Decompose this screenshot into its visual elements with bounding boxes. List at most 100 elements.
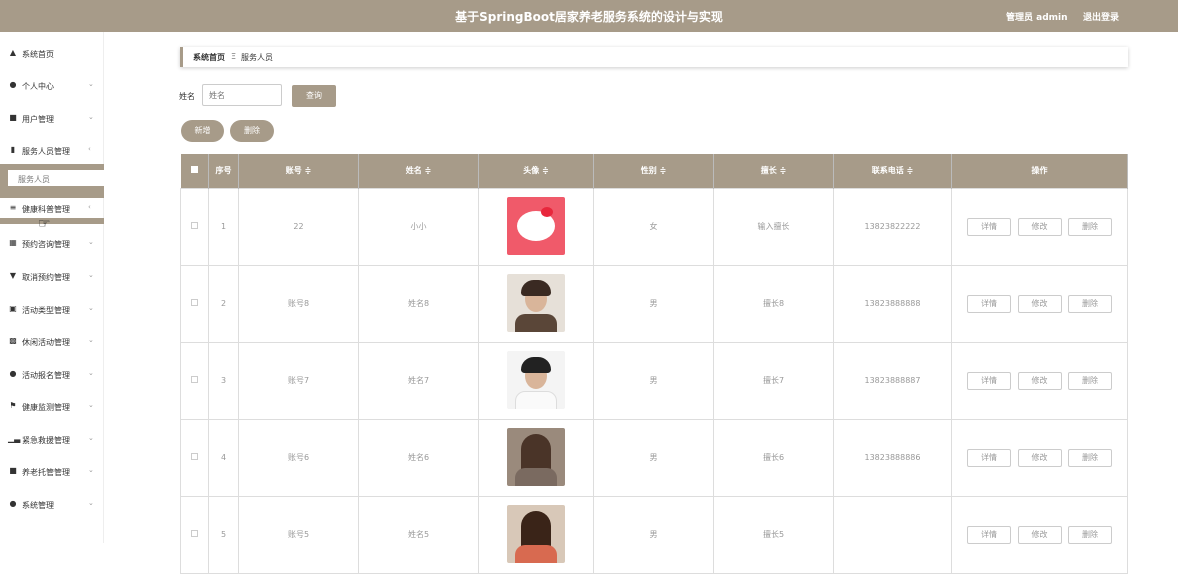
edit-button[interactable]: 修改 — [1017, 294, 1062, 313]
table-header-row: 序号 账号 ≑ 姓名 ≑ 头像 ≑ 性别 ≑ 擅长 ≑ 联系电话 ≑ 操作 — [180, 154, 1128, 188]
delete-button[interactable]: 删除 — [1068, 371, 1113, 390]
detail-button[interactable]: 详情 — [966, 371, 1011, 390]
grid-icon: ■ — [9, 113, 17, 122]
sidebar-item-leisure-activity[interactable]: ▩ 休闲活动管理 ⌄ — [0, 331, 104, 353]
sidebar-item-label: 个人中心 — [22, 82, 54, 91]
delete-button[interactable]: 删除 — [1068, 448, 1113, 467]
column-header[interactable]: 性别 ≑ — [593, 154, 714, 188]
row-checkbox[interactable] — [191, 453, 198, 460]
cell-gender: 女 — [593, 187, 714, 266]
main-content: 系统首页 Ξ 服务人员 姓名 查询 新增 删除 序号 账号 ≑ 姓名 ≑ 头像 … — [104, 32, 1178, 574]
sidebar-item-label: 养老托管管理 — [22, 468, 70, 477]
cell-account: 账号5 — [238, 495, 359, 574]
sidebar-item-personal-center[interactable]: ● 个人中心 ⌄ — [0, 75, 104, 97]
sidebar-item-activity-type[interactable]: ▣ 活动类型管理 ⌄ — [0, 299, 104, 321]
cell-name: 姓名7 — [358, 341, 479, 420]
home-icon: ▲ — [9, 48, 17, 57]
sidebar-item-label: 活动类型管理 — [22, 306, 70, 315]
chevron-down-icon: ⌄ — [88, 401, 94, 409]
sidebar-item-label: 系统首页 — [22, 50, 54, 59]
search-label: 姓名 — [179, 92, 195, 101]
sidebar-item-user-management[interactable]: ■ 用户管理 ⌄ — [0, 108, 104, 130]
query-button[interactable]: 查询 — [292, 85, 336, 107]
row-checkbox[interactable] — [191, 530, 198, 537]
cell-index: 3 — [208, 341, 239, 420]
breadcrumb-home[interactable]: 系统首页 — [193, 52, 225, 63]
row-checkbox[interactable] — [191, 299, 198, 306]
sidebar-item-label: 服务人员管理 — [22, 147, 70, 156]
name-search-input[interactable] — [202, 84, 282, 106]
sidebar-item-system[interactable]: ● 系统管理 ⌄ — [0, 494, 104, 516]
cell-account: 账号7 — [238, 341, 359, 420]
cell-gender: 男 — [593, 418, 714, 497]
sidebar-item-activity-signup[interactable]: ● 活动报名管理 ⌄ — [0, 364, 104, 386]
chevron-down-icon: ⌄ — [88, 369, 94, 377]
logout-link[interactable]: 退出登录 — [1083, 10, 1119, 23]
cell-specialty: 输入擅长 — [713, 187, 834, 266]
sidebar-item-health-monitor[interactable]: ⚑ 健康监测管理 ⌄ — [0, 396, 104, 418]
chevron-down-icon: ⌄ — [88, 238, 94, 246]
avatar-image — [507, 350, 565, 409]
delete-button[interactable]: 删除 — [1068, 525, 1113, 544]
user-icon: ● — [9, 369, 17, 378]
sidebar-item-home[interactable]: ▲ 系统首页 — [0, 43, 104, 65]
detail-button[interactable]: 详情 — [966, 294, 1011, 313]
apps-icon: ▦ — [9, 238, 17, 247]
column-header[interactable]: 头像 ≑ — [478, 154, 594, 188]
cell-index: 5 — [208, 495, 239, 574]
system-title: 基于SpringBoot居家养老服务系统的设计与实现 — [455, 10, 723, 24]
avatar-image — [507, 427, 565, 486]
sidebar-item-staff-management[interactable]: ▮ 服务人员管理 ‹ — [0, 140, 104, 162]
detail-button[interactable]: 详情 — [966, 217, 1011, 236]
detail-button[interactable]: 详情 — [966, 525, 1011, 544]
table-row: 1 22 小小 女 输入擅长 13823822222 详情 修改 删除 — [180, 187, 1128, 266]
sidebar-item-emergency[interactable]: ▁▃ 紧急救援管理 ⌄ — [0, 429, 104, 451]
column-header[interactable]: 联系电话 ≑ — [833, 154, 952, 188]
cell-gender: 男 — [593, 264, 714, 343]
edit-button[interactable]: 修改 — [1017, 525, 1062, 544]
edit-button[interactable]: 修改 — [1017, 371, 1062, 390]
column-header[interactable]: 账号 ≑ — [238, 154, 359, 188]
cell-specialty: 擅长5 — [713, 495, 834, 574]
cell-index: 4 — [208, 418, 239, 497]
select-all-header[interactable] — [180, 154, 209, 188]
delete-button[interactable]: 删除 — [1068, 294, 1113, 313]
cell-gender: 男 — [593, 341, 714, 420]
sidebar-item-appointment[interactable]: ▦ 预约咨询管理 ⌄ — [0, 233, 104, 255]
table-row: 3 账号7 姓名7 男 擅长7 13823888887 详情 修改 删除 — [180, 341, 1128, 420]
chevron-left-icon: ‹ — [88, 145, 91, 153]
submenu-divider — [0, 218, 104, 224]
column-header[interactable]: 擅长 ≑ — [713, 154, 834, 188]
chevron-left-icon: ‹ — [88, 203, 91, 211]
cell-specialty: 擅长7 — [713, 341, 834, 420]
submenu-item-staff[interactable]: 服务人员 — [8, 170, 104, 186]
sidebar-item-label: 紧急救援管理 — [22, 436, 70, 445]
sidebar-item-elderly-care[interactable]: ■ 养老托管管理 ⌄ — [0, 461, 104, 483]
sidebar-item-label: 活动报名管理 — [22, 371, 70, 380]
clipboard-icon: ▩ — [9, 336, 17, 345]
avatar-image — [507, 273, 565, 332]
delete-button[interactable]: 删除 — [1068, 217, 1113, 236]
cell-name: 小小 — [358, 187, 479, 266]
id-card-icon: ▮ — [10, 145, 16, 154]
edit-button[interactable]: 修改 — [1017, 217, 1062, 236]
staff-table: 序号 账号 ≑ 姓名 ≑ 头像 ≑ 性别 ≑ 擅长 ≑ 联系电话 ≑ 操作 1 … — [180, 154, 1128, 574]
avatar-image — [507, 196, 565, 255]
detail-button[interactable]: 详情 — [966, 448, 1011, 467]
image-icon: ▣ — [9, 304, 17, 313]
sidebar-item-cancel-appointment[interactable]: ▼ 取消预约管理 ⌄ — [0, 266, 104, 288]
cell-phone: 13823822222 — [833, 187, 952, 266]
select-all-checkbox[interactable] — [190, 166, 198, 174]
cell-specialty: 擅长8 — [713, 264, 834, 343]
batch-delete-button[interactable]: 删除 — [230, 120, 274, 142]
edit-button[interactable]: 修改 — [1017, 448, 1062, 467]
sidebar-item-label: 取消预约管理 — [22, 273, 70, 282]
sidebar-item-label: 健康科普管理 — [22, 205, 70, 214]
row-checkbox[interactable] — [191, 376, 198, 383]
sidebar-item-health-knowledge[interactable]: ≡ 健康科普管理 ‹ — [0, 198, 104, 220]
column-header[interactable]: 姓名 ≑ — [358, 154, 479, 188]
column-header: 序号 — [208, 154, 239, 188]
add-button[interactable]: 新增 — [181, 120, 224, 142]
cell-account: 22 — [238, 187, 359, 266]
row-checkbox[interactable] — [191, 222, 198, 229]
